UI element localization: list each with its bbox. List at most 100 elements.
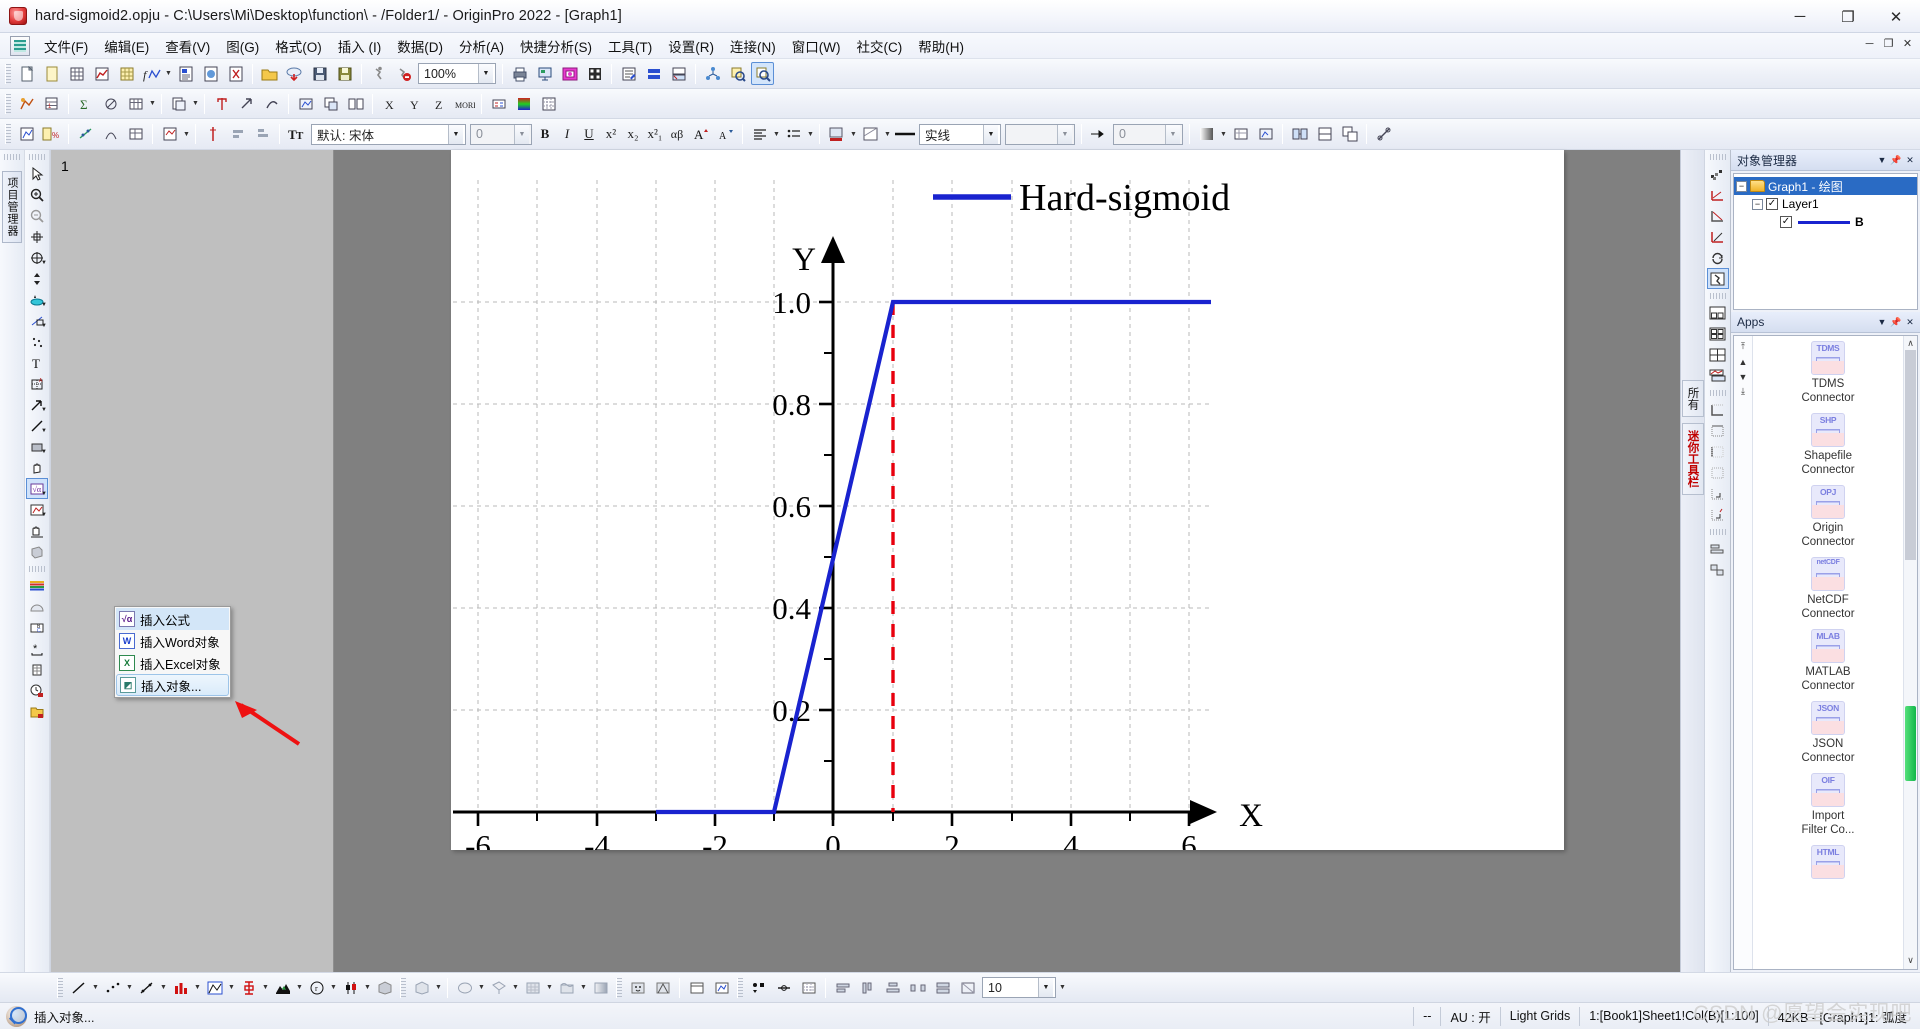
greek-button[interactable]: αβ xyxy=(666,123,688,145)
data-reader-icon[interactable] xyxy=(158,123,181,146)
speed-mode-icon[interactable]: % xyxy=(40,123,63,146)
align-col-icon[interactable] xyxy=(856,976,879,999)
insert-object-context-menu[interactable]: √α 插入公式 W 插入Word对象 X 插入Excel对象 ◩ 插入对象... xyxy=(114,606,231,698)
copy-format-icon[interactable] xyxy=(167,92,190,115)
y-axis-icon[interactable]: X xyxy=(378,92,401,115)
command-window-icon[interactable] xyxy=(667,62,690,85)
3d-surface-dropdown-icon[interactable]: ▼ xyxy=(434,976,443,999)
link-axes-icon[interactable] xyxy=(1372,123,1395,146)
zoom-region-icon[interactable] xyxy=(751,62,774,85)
font-icon[interactable]: TT xyxy=(285,123,308,146)
new-folder-icon[interactable] xyxy=(40,62,63,85)
extract-layers-icon[interactable] xyxy=(1313,123,1336,146)
axes-bottom-left-icon[interactable] xyxy=(1707,399,1729,420)
box-plot-dropdown-icon[interactable]: ▼ xyxy=(261,976,270,999)
violin-plot-icon[interactable] xyxy=(651,976,674,999)
table-insert-icon[interactable] xyxy=(26,659,48,680)
menu-edit[interactable]: 编辑(E) xyxy=(96,33,157,59)
minimize-button[interactable]: ─ xyxy=(1776,0,1824,33)
axes-left-icon[interactable] xyxy=(1707,441,1729,462)
save-template-icon[interactable] xyxy=(333,62,356,85)
statistics-icon[interactable]: Σ xyxy=(74,92,97,115)
vtoolbar-grip-1[interactable] xyxy=(4,154,20,160)
template-library-icon[interactable] xyxy=(685,976,708,999)
print-icon[interactable] xyxy=(508,62,531,85)
export-graph-icon[interactable] xyxy=(558,62,581,85)
screen-reader-icon[interactable] xyxy=(26,226,48,247)
scatter-points-icon[interactable] xyxy=(26,331,48,352)
data-selector-icon[interactable] xyxy=(26,268,48,289)
grid-icon[interactable] xyxy=(537,92,560,115)
align-dropdown-icon[interactable]: ▼ xyxy=(772,123,781,146)
mask-points-icon[interactable] xyxy=(99,123,122,146)
hard-sigmoid-chart[interactable]: -6 -4 -2 0 2 4 6 0.2 0.4 0.6 0.8 1.0 Y X… xyxy=(451,150,1564,850)
project-explorer-tab[interactable]: 项目管理器 xyxy=(2,171,22,243)
folder-stamp-icon[interactable] xyxy=(26,701,48,722)
3d-surface-icon[interactable] xyxy=(410,976,433,999)
layer1-checkbox[interactable]: ✓ xyxy=(1766,198,1778,210)
refresh-icon[interactable] xyxy=(1707,247,1729,268)
ctx-insert-excel-object[interactable]: X 插入Excel对象 xyxy=(116,652,229,674)
superscript-button[interactable]: x² xyxy=(600,123,622,145)
bottom-grip-2[interactable] xyxy=(400,977,406,998)
font-size-dropdown-icon[interactable]: ▼ xyxy=(514,124,529,144)
new-function-plot-icon[interactable]: f xyxy=(140,62,163,85)
line-style-dropdown-icon[interactable]: ▼ xyxy=(983,124,998,144)
apps-menu-icon[interactable]: ▼ xyxy=(1875,314,1889,330)
mdi-restore-button[interactable]: ❐ xyxy=(1880,35,1897,52)
export-video-icon[interactable] xyxy=(583,62,606,85)
arrow-size-combo[interactable]: 0 ▼ xyxy=(1113,123,1183,145)
axis-scale-up-icon[interactable] xyxy=(1707,184,1729,205)
menu-help[interactable]: 帮助(H) xyxy=(910,33,972,59)
menu-tools[interactable]: 工具(T) xyxy=(600,33,660,59)
align-center-icon[interactable] xyxy=(881,976,904,999)
apps-scroll-up-icon[interactable]: ∧ xyxy=(1907,336,1914,350)
font-size-combo[interactable]: 0 ▼ xyxy=(470,123,532,145)
graph-maker-icon[interactable] xyxy=(710,976,733,999)
apps-close-icon[interactable]: ✕ xyxy=(1903,314,1917,330)
line-style-combo[interactable]: 实线 ▼ xyxy=(919,123,1001,145)
pattern-icon[interactable] xyxy=(859,123,882,146)
subscript-button[interactable]: x₂ xyxy=(622,123,644,145)
side-tab-all[interactable]: 所有 xyxy=(1681,380,1704,417)
rectangle-draw-icon[interactable]: ▼ xyxy=(26,436,48,457)
scatter-plot-icon[interactable] xyxy=(101,976,124,999)
status-seg-au[interactable]: AU : 开 xyxy=(1440,1006,1499,1026)
3d-contour-dropdown-icon[interactable]: ▼ xyxy=(511,976,520,999)
new-workbook-icon[interactable] xyxy=(65,62,88,85)
text-tool-icon[interactable]: T xyxy=(26,352,48,373)
app-item-netcdf[interactable]: netCDF NetCDF Connector xyxy=(1753,554,1903,626)
column-stats-icon[interactable] xyxy=(124,123,147,146)
heatmap-icon[interactable] xyxy=(555,976,578,999)
status-seg-theme[interactable]: Light Grids xyxy=(1499,1006,1579,1026)
table-icon[interactable] xyxy=(124,92,147,115)
polar-plot-dropdown-icon[interactable]: ▼ xyxy=(329,976,338,999)
apps-scroll-thumb[interactable] xyxy=(1905,706,1916,781)
3d-wire-dropdown-icon[interactable]: ▼ xyxy=(477,976,486,999)
symbol-gallery-icon[interactable] xyxy=(747,976,770,999)
column-plot-dropdown-icon[interactable]: ▼ xyxy=(193,976,202,999)
axis-scale-down-icon[interactable] xyxy=(1707,205,1729,226)
new-layout-icon[interactable] xyxy=(174,62,197,85)
menu-file[interactable]: 文件(F) xyxy=(36,33,96,59)
run-script-icon[interactable] xyxy=(367,62,390,85)
z-label-icon[interactable]: Z xyxy=(428,92,451,115)
app-item-html[interactable]: HTML xyxy=(1753,842,1903,884)
arrow-draw-icon[interactable]: ▼ xyxy=(26,394,48,415)
stock-plot-icon[interactable] xyxy=(339,976,362,999)
line-draw-icon[interactable]: ▼ xyxy=(26,415,48,436)
insert-graph-icon[interactable]: ▼ xyxy=(26,499,48,520)
maximize-button[interactable]: ❐ xyxy=(1824,0,1872,33)
series-hard-sigmoid[interactable] xyxy=(655,299,1211,815)
3d-bar-plot-icon[interactable] xyxy=(373,976,396,999)
side-tab-mini-toolbar[interactable]: 迷你工具栏 xyxy=(1681,423,1704,495)
align-bottom-icon[interactable] xyxy=(251,123,274,146)
mdi-minimize-button[interactable]: ─ xyxy=(1861,35,1878,52)
polar-plot-icon[interactable]: r xyxy=(305,976,328,999)
plot-details-icon[interactable] xyxy=(1254,123,1277,146)
menu-view[interactable]: 查看(V) xyxy=(157,33,218,59)
graph-canvas-area[interactable]: -6 -4 -2 0 2 4 6 0.2 0.4 0.6 0.8 1.0 Y X… xyxy=(334,150,1680,972)
legend-icon[interactable] xyxy=(487,92,510,115)
align-row-icon[interactable] xyxy=(831,976,854,999)
project-explorer-panel[interactable]: 1 xyxy=(51,150,334,972)
